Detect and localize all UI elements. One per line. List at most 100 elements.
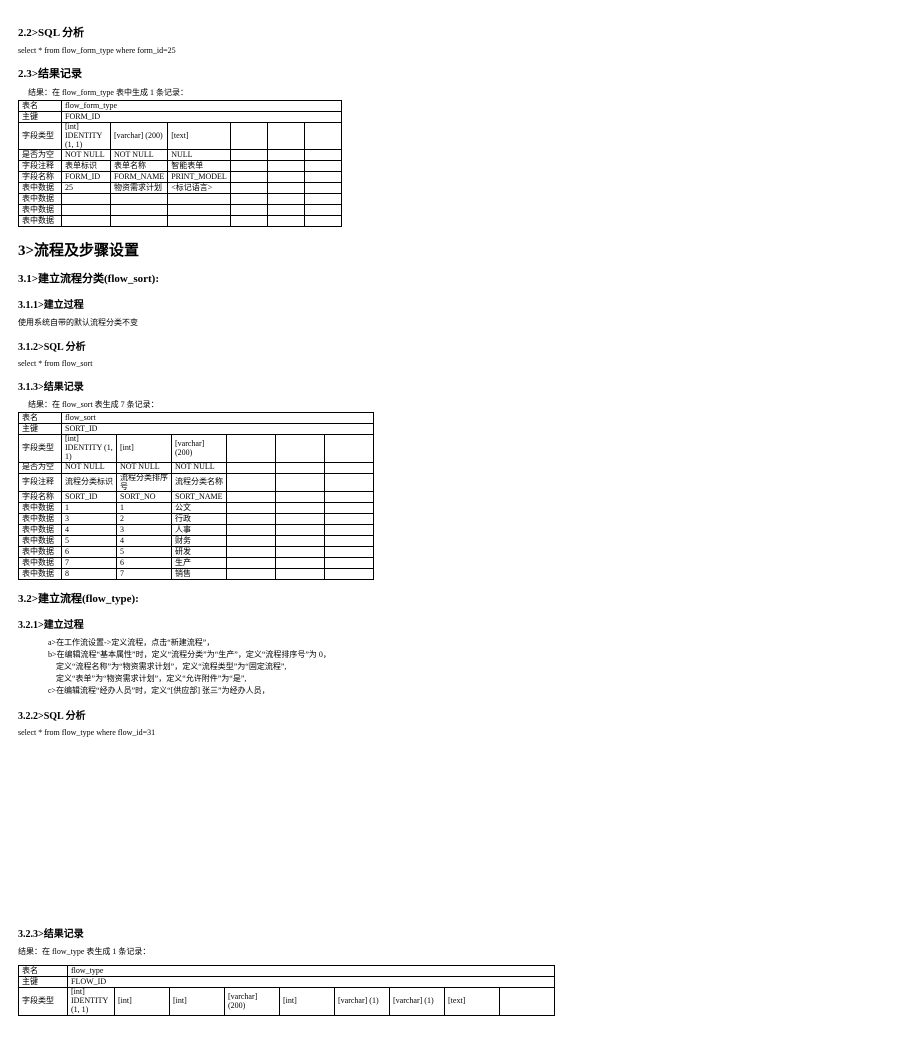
- cell: [62, 216, 111, 227]
- cell: PRINT_MODEL: [168, 172, 231, 183]
- cell: [325, 525, 374, 536]
- cell: [304, 216, 341, 227]
- heading-3-2-2: 3.2.2>SQL 分析: [18, 707, 902, 722]
- cell: [500, 988, 555, 1015]
- cell: [111, 194, 168, 205]
- cell: [304, 172, 341, 183]
- cell: 7: [62, 558, 117, 569]
- cell: flow_sort: [62, 413, 374, 424]
- heading-3-2: 3.2>建立流程(flow_type):: [18, 590, 902, 606]
- cell: [304, 183, 341, 194]
- cell: [267, 123, 304, 150]
- cell: [230, 123, 267, 150]
- cell: 字段注释: [19, 161, 62, 172]
- cell: FLOW_ID: [68, 977, 555, 988]
- cell: 表中数据: [19, 514, 62, 525]
- cell: 字段类型: [19, 123, 62, 150]
- cell: 字段类型: [19, 988, 68, 1015]
- cell: 表中数据: [19, 216, 62, 227]
- heading-3-1-2: 3.1.2>SQL 分析: [18, 338, 902, 353]
- cell: 智能表单: [168, 161, 231, 172]
- cell: [varchar] (1): [390, 988, 445, 1015]
- cell: [267, 172, 304, 183]
- cell: [267, 150, 304, 161]
- cell: [int] IDENTITY (1, 1): [62, 435, 117, 462]
- cell: FORM_ID: [62, 112, 342, 123]
- cell: [int]: [115, 988, 170, 1015]
- page-break-gap: [18, 745, 902, 915]
- cell: 表中数据: [19, 558, 62, 569]
- cell: 25: [62, 183, 111, 194]
- cell: FORM_NAME: [111, 172, 168, 183]
- cell: FORM_ID: [62, 172, 111, 183]
- table-flow-type: 表名flow_type 主键FLOW_ID 字段类型[int] IDENTITY…: [18, 965, 555, 1015]
- cell: [304, 194, 341, 205]
- cell: [227, 536, 276, 547]
- cell: [int]: [280, 988, 335, 1015]
- cell: [227, 503, 276, 514]
- cell: SORT_NO: [117, 492, 172, 503]
- cell: [325, 473, 374, 492]
- cell: 3: [62, 514, 117, 525]
- cell: [62, 194, 111, 205]
- cell: 字段名称: [19, 172, 62, 183]
- cell: 表中数据: [19, 536, 62, 547]
- cell: [text]: [168, 123, 231, 150]
- cell: [int] IDENTITY (1, 1): [62, 123, 111, 150]
- cell: 4: [117, 536, 172, 547]
- step-line: c>在编辑流程“经办人员”时，定义“[供应部] 张三”为经办人员，: [48, 685, 902, 697]
- cell: 表名: [19, 413, 62, 424]
- cell: 1: [117, 503, 172, 514]
- heading-3: 3>流程及步骤设置: [18, 239, 902, 260]
- cell: SORT_ID: [62, 424, 374, 435]
- cell: 5: [117, 547, 172, 558]
- cell: 主键: [19, 977, 68, 988]
- cell: 表中数据: [19, 525, 62, 536]
- cell: 人事: [172, 525, 227, 536]
- sql-3-2-2: select * from flow_type where flow_id=31: [18, 728, 902, 737]
- caption-2-3: 结果：在 flow_form_type 表中生成 1 条记录：: [28, 87, 902, 98]
- cell: [276, 558, 325, 569]
- cell: [168, 194, 231, 205]
- cell: [int]: [170, 988, 225, 1015]
- heading-2-2: 2.2>SQL 分析: [18, 24, 902, 40]
- cell: 主键: [19, 112, 62, 123]
- cell: 表中数据: [19, 183, 62, 194]
- cell: 行政: [172, 514, 227, 525]
- cell: [230, 183, 267, 194]
- cell: [276, 473, 325, 492]
- cell: NOT NULL: [62, 462, 117, 473]
- cell: 4: [62, 525, 117, 536]
- cell: 5: [62, 536, 117, 547]
- cell: NOT NULL: [111, 150, 168, 161]
- cell: 财务: [172, 536, 227, 547]
- cell: NOT NULL: [62, 150, 111, 161]
- cell: [276, 514, 325, 525]
- cell: [230, 205, 267, 216]
- cell: [varchar] (200): [225, 988, 280, 1015]
- cell: 1: [62, 503, 117, 514]
- heading-2-3: 2.3>结果记录: [18, 65, 902, 81]
- cell: SORT_ID: [62, 492, 117, 503]
- cell: [276, 569, 325, 580]
- cell: 销售: [172, 569, 227, 580]
- cell: [227, 435, 276, 462]
- cell: [276, 435, 325, 462]
- step-line: b>在编辑流程“基本属性”时，定义“流程分类”为“生产”，定义“流程排序号”为 …: [48, 649, 902, 661]
- cell: [int] IDENTITY (1, 1): [68, 988, 115, 1015]
- step-line: a>在工作流设置->定义流程，点击“新建流程”，: [48, 637, 902, 649]
- cell: [325, 569, 374, 580]
- cell: NULL: [168, 150, 231, 161]
- cell: 字段类型: [19, 435, 62, 462]
- cell: 表名: [19, 966, 68, 977]
- heading-3-2-1: 3.2.1>建立过程: [18, 616, 902, 631]
- cell: [varchar] (200): [172, 435, 227, 462]
- cell: [267, 183, 304, 194]
- heading-3-1: 3.1>建立流程分类(flow_sort):: [18, 270, 902, 286]
- cell: [227, 514, 276, 525]
- cell: 2: [117, 514, 172, 525]
- heading-3-2-3: 3.2.3>结果记录: [18, 925, 902, 940]
- cell: [227, 525, 276, 536]
- heading-3-1-3: 3.1.3>结果记录: [18, 378, 902, 393]
- sql-3-1-2: select * from flow_sort: [18, 359, 902, 368]
